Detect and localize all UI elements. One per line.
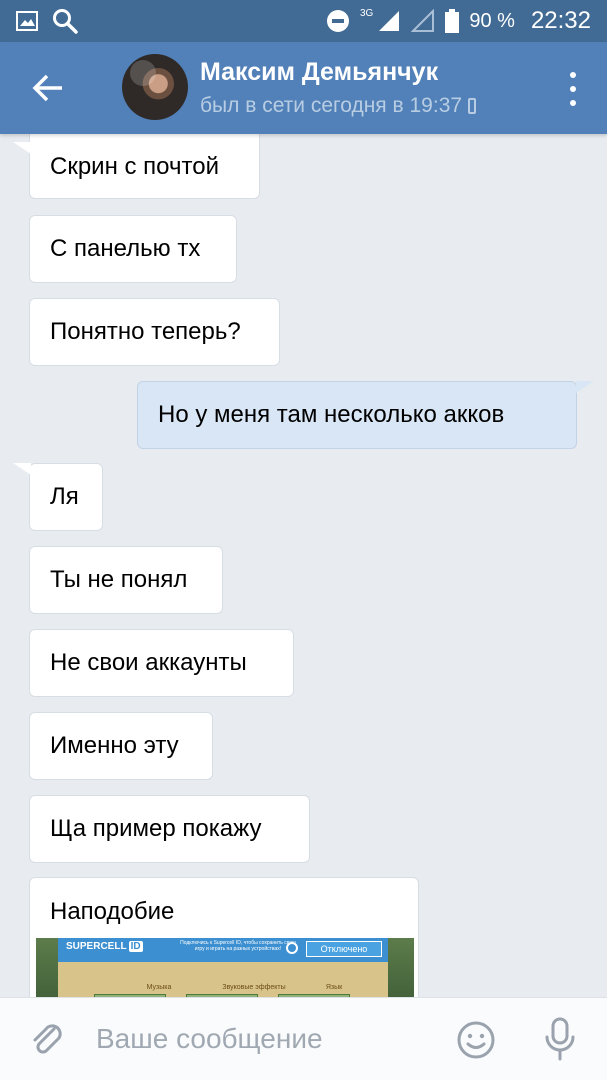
supercell-status-button: Отключено xyxy=(306,941,382,957)
message-composer xyxy=(0,997,607,1080)
signal-empty-icon xyxy=(411,9,435,32)
message-list[interactable]: Скрин с почтой С панелью тх Понятно тепе… xyxy=(0,134,607,997)
bubble-tail xyxy=(576,381,594,393)
settings-row xyxy=(58,962,388,997)
option-label: Музыка xyxy=(146,984,172,991)
message-bubble-incoming[interactable]: С панелью тх xyxy=(29,215,237,283)
attach-button[interactable] xyxy=(28,1020,68,1060)
message-text: Ты не понял xyxy=(50,566,188,594)
microphone-icon xyxy=(545,1017,575,1061)
signal-icon xyxy=(379,11,400,31)
contact-avatar[interactable] xyxy=(122,54,188,120)
bubble-tail xyxy=(13,142,31,154)
message-text: Но у меня там несколько акков xyxy=(158,401,505,429)
arrow-left-icon xyxy=(32,74,62,102)
back-button[interactable] xyxy=(28,68,68,108)
option-label: Язык xyxy=(325,984,343,991)
smiley-icon xyxy=(457,1021,495,1059)
message-text: Ща пример покажу xyxy=(50,815,262,843)
message-text: С панелью тх xyxy=(50,235,201,263)
message-bubble-incoming[interactable]: Понятно теперь? xyxy=(29,298,280,366)
network-type: 3G xyxy=(360,7,374,19)
message-bubble-incoming[interactable]: Скрин с почтой xyxy=(29,134,260,199)
message-text: Понятно теперь? xyxy=(50,318,241,346)
status-bar: 3G 90 % 22:32 xyxy=(0,0,607,42)
supercell-logo: SUPERCELL ID xyxy=(66,941,143,952)
message-bubble-incoming[interactable]: Ща пример покажу xyxy=(29,795,310,863)
more-options-button[interactable] xyxy=(563,72,583,106)
bubble-tail xyxy=(13,463,31,475)
message-bubble-incoming[interactable]: Ты не понял xyxy=(29,546,223,614)
chat-header: Максим Демьянчук был в сети сегодня в 19… xyxy=(0,42,607,134)
message-input[interactable] xyxy=(96,1016,426,1062)
message-text: Наподобие xyxy=(50,898,175,925)
mobile-phone-icon xyxy=(468,98,477,114)
message-bubble-outgoing[interactable]: Но у меня там несколько акков xyxy=(137,381,577,449)
last-seen-status: был в сети сегодня в 19:37 xyxy=(200,94,477,118)
do-not-disturb-icon xyxy=(327,10,349,32)
last-seen-text: был в сети сегодня в 19:37 xyxy=(200,94,463,117)
message-text: Именно эту xyxy=(50,732,179,760)
message-image-attachment[interactable]: SUPERCELL ID Подключись к Supercell ID, ч… xyxy=(36,938,414,997)
battery-icon xyxy=(445,9,460,33)
option-label: Звуковые эффекты xyxy=(222,984,286,991)
voice-message-button[interactable] xyxy=(542,1016,578,1062)
message-bubble-incoming[interactable]: Не свои аккаунты xyxy=(29,629,294,697)
clock: 22:32 xyxy=(530,7,591,34)
message-text: Не свои аккаунты xyxy=(50,649,247,677)
paperclip-icon xyxy=(33,1024,62,1054)
search-icon xyxy=(53,9,78,34)
emoji-button[interactable] xyxy=(456,1020,496,1060)
message-text: Скрин с почтой xyxy=(50,152,219,180)
refresh-icon xyxy=(286,942,298,954)
more-vert-icon xyxy=(570,72,576,78)
contact-name[interactable]: Максим Демьянчук xyxy=(200,58,438,87)
gallery-icon xyxy=(16,11,38,31)
battery-percent: 90 % xyxy=(469,9,515,32)
supercell-caption: Подключись к Supercell ID, чтобы сохрани… xyxy=(180,940,296,952)
message-bubble-incoming[interactable]: Ля xyxy=(29,463,103,531)
message-text: Ля xyxy=(50,483,79,511)
message-bubble-incoming[interactable]: Именно эту xyxy=(29,712,213,780)
